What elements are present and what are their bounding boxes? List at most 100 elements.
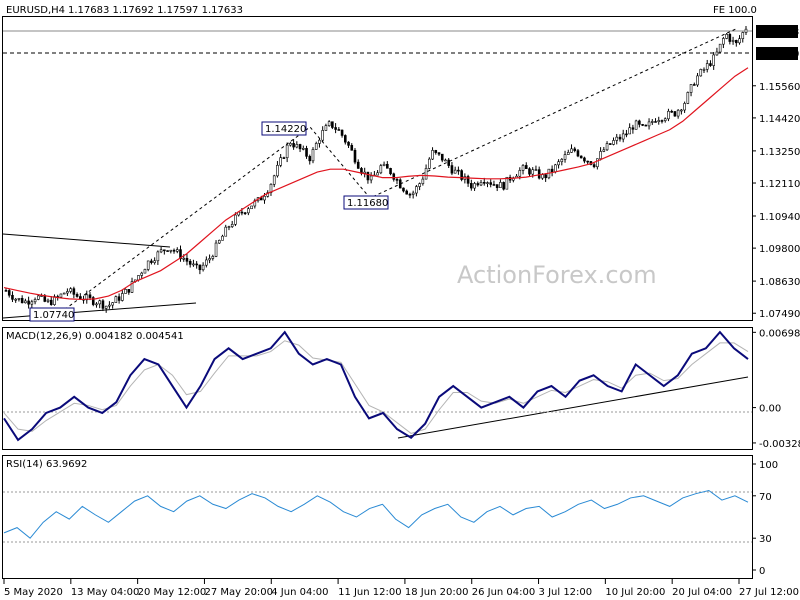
candle-body <box>735 40 738 44</box>
candle-body <box>46 299 50 302</box>
rsi-title: RSI(14) 63.9692 <box>6 459 87 470</box>
macd-title: MACD(12,26,9) 0.004182 0.004541 <box>6 331 184 342</box>
x-tick-label: 27 May 20:00 <box>204 587 273 598</box>
candle-body <box>415 186 418 194</box>
candle-body <box>114 296 118 303</box>
candle-body <box>318 139 321 144</box>
candle-body <box>340 129 344 136</box>
candle-body <box>712 54 715 66</box>
candle-body <box>718 43 722 53</box>
x-tick-label: 4 Jun 04:00 <box>271 587 328 598</box>
candle-body <box>376 172 379 176</box>
candle-body <box>104 305 108 309</box>
candle-body <box>282 157 286 159</box>
candle-body <box>408 193 412 196</box>
candle-body <box>295 144 299 148</box>
candle-body <box>350 145 354 151</box>
candle-body <box>198 264 202 271</box>
candle-body <box>398 179 402 189</box>
candle-body <box>347 141 350 146</box>
candle-body <box>14 298 17 301</box>
candle-body <box>457 169 460 172</box>
trendlines <box>2 27 749 439</box>
candle-body <box>7 290 11 296</box>
candle-body <box>495 184 499 188</box>
candle-body <box>473 183 476 189</box>
candle-body <box>143 269 147 274</box>
candle-body <box>479 182 483 186</box>
candle-body <box>431 150 434 160</box>
candle-body <box>221 235 224 241</box>
candle-body <box>696 75 699 86</box>
candle-body <box>741 32 745 40</box>
candle-body <box>476 183 480 186</box>
candle-body <box>489 182 493 185</box>
candle-body <box>615 136 619 141</box>
candle-body <box>163 249 166 252</box>
candle-body <box>159 249 163 253</box>
candle-body <box>544 174 547 179</box>
candle-body <box>146 260 150 270</box>
candle-body <box>437 152 441 155</box>
candle-body <box>172 249 176 252</box>
candle-body <box>334 127 337 130</box>
candle-body <box>722 38 725 45</box>
candle-body <box>247 208 250 214</box>
candle-body <box>279 157 282 166</box>
candle-body <box>188 261 192 265</box>
candle-body <box>647 121 651 127</box>
candle-body <box>434 150 438 153</box>
candle-body <box>605 143 609 151</box>
candle-body <box>392 173 396 180</box>
candle-body <box>331 121 334 128</box>
candle-body <box>705 63 709 70</box>
candle-body <box>676 109 680 117</box>
candle-body <box>444 159 447 162</box>
macd-y-tick-label: 0.006984 <box>759 328 800 339</box>
candle-body <box>182 257 186 260</box>
candle-body <box>395 179 399 181</box>
rsi-y-axis: 100 70 30 0 <box>752 460 778 577</box>
candle-body <box>528 168 531 175</box>
candle-body <box>418 183 421 187</box>
candle-body <box>95 303 98 306</box>
candle-body <box>230 223 234 227</box>
midlow-annotation: 1.11680 <box>347 198 388 209</box>
x-tick-label: 5 May 2020 <box>4 587 63 598</box>
price-y-tick-label: 1.15560 <box>759 82 800 93</box>
candle-body <box>411 192 415 195</box>
candle-body <box>243 212 247 215</box>
candle-body <box>670 110 673 113</box>
macd-signal-line <box>3 340 749 435</box>
candle-body <box>667 110 670 120</box>
candle-body <box>137 275 140 281</box>
candle-body <box>612 140 615 145</box>
candle-body <box>592 164 596 168</box>
candle-body <box>689 84 693 93</box>
x-tick-label: 13 May 04:00 <box>71 587 140 598</box>
candle-body <box>586 160 589 163</box>
candle-body <box>59 293 63 298</box>
macd-y-tick-label: -0.00328 <box>759 439 800 450</box>
last-price-tag-text: 1.17633 <box>758 27 799 38</box>
candle-body <box>321 130 324 141</box>
candle-body <box>69 288 72 292</box>
candle-body <box>421 178 425 184</box>
candle-body <box>211 256 215 259</box>
fe-label: FE 100.0 <box>713 5 757 16</box>
candle-body <box>185 257 189 262</box>
candle-body <box>205 259 208 266</box>
candle-body <box>482 182 486 184</box>
candle-body <box>570 148 573 153</box>
candle-body <box>24 300 27 304</box>
candle-body <box>638 120 641 125</box>
candle-body <box>673 111 677 117</box>
candle-body <box>66 291 69 294</box>
candle-body <box>386 163 389 169</box>
candle-body <box>531 169 535 175</box>
rsi-y-tick-label: 30 <box>759 534 772 545</box>
candle-body <box>20 298 24 304</box>
candle-body <box>725 34 728 39</box>
candle-body <box>240 211 244 214</box>
candle-body <box>557 161 560 166</box>
